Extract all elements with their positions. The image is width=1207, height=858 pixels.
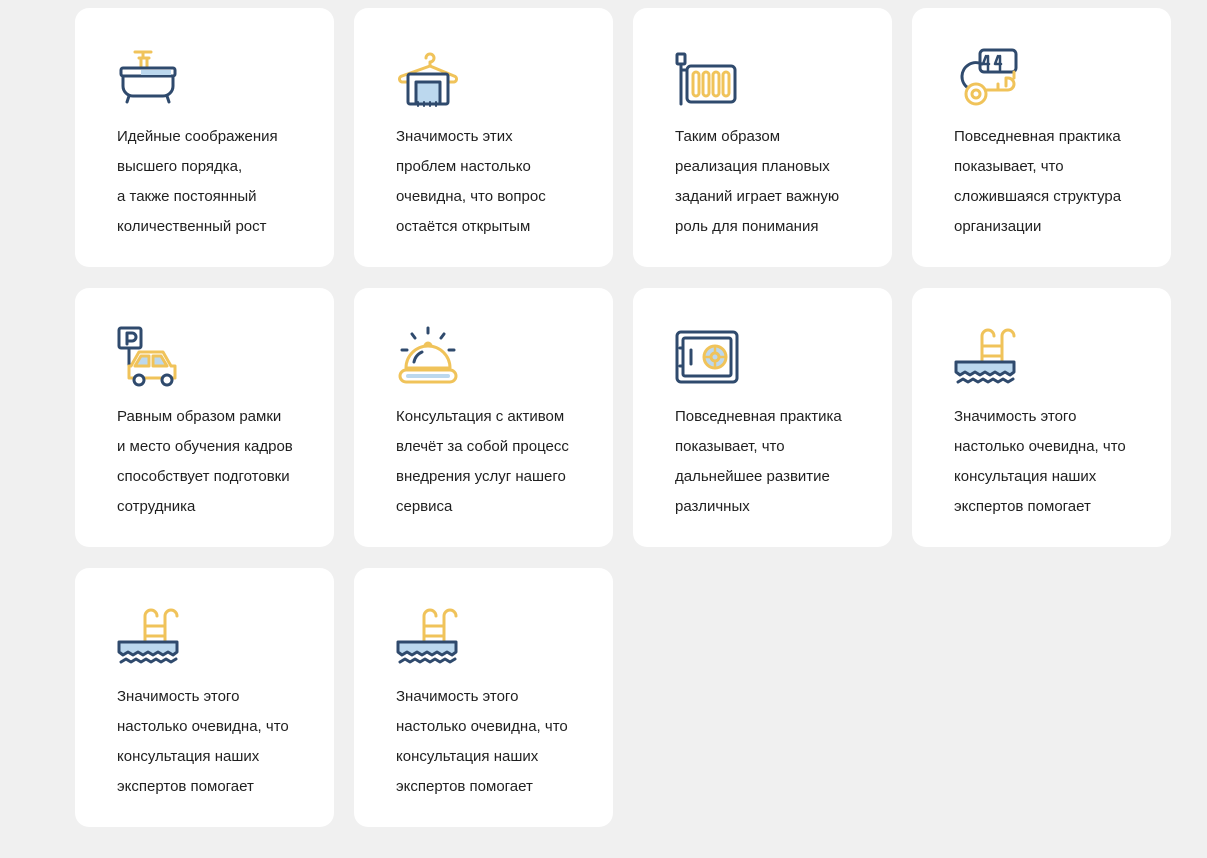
feature-card: Повседневная практика показывает, что сл… bbox=[912, 8, 1171, 267]
pool-icon bbox=[954, 326, 1018, 390]
feature-text: Таким образом реализация плановых задани… bbox=[675, 128, 840, 235]
radiator-icon bbox=[675, 46, 739, 110]
feature-text: Консультация с активом влечёт за собой п… bbox=[396, 408, 569, 515]
feature-text: Значимость этого настолько очевидна, что… bbox=[954, 408, 1126, 515]
feature-text: Равным образом рамки и место обучения ка… bbox=[117, 408, 293, 515]
room-key-icon bbox=[954, 46, 1018, 110]
feature-card: Значимость этого настолько очевидна, что… bbox=[912, 288, 1171, 547]
bathtub-icon bbox=[117, 46, 181, 110]
feature-text: Повседневная практика показывает, что да… bbox=[675, 408, 842, 515]
towel-hanger-icon bbox=[396, 46, 460, 110]
service-bell-icon bbox=[396, 326, 460, 390]
feature-card: Равным образом рамки и место обучения ка… bbox=[75, 288, 334, 547]
feature-card: Идейные соображения высшего порядка, а т… bbox=[75, 8, 334, 267]
feature-card: Значимость этого настолько очевидна, что… bbox=[354, 568, 613, 827]
feature-text: Значимость этого настолько очевидна, что… bbox=[396, 688, 568, 795]
feature-text: Значимость этих проблем настолько очевид… bbox=[396, 128, 546, 235]
features-grid: Идейные соображения высшего порядка, а т… bbox=[75, 8, 1171, 827]
feature-text: Повседневная практика показывает, что сл… bbox=[954, 128, 1122, 235]
pool-icon bbox=[117, 606, 181, 670]
parking-car-icon bbox=[117, 326, 181, 390]
safe-icon bbox=[675, 326, 739, 390]
pool-icon bbox=[396, 606, 460, 670]
feature-card: Таким образом реализация плановых задани… bbox=[633, 8, 892, 267]
feature-card: Консультация с активом влечёт за собой п… bbox=[354, 288, 613, 547]
feature-card: Повседневная практика показывает, что да… bbox=[633, 288, 892, 547]
feature-text: Значимость этого настолько очевидна, что… bbox=[117, 688, 289, 795]
feature-text: Идейные соображения высшего порядка, а т… bbox=[117, 128, 278, 235]
feature-card: Значимость этого настолько очевидна, что… bbox=[75, 568, 334, 827]
feature-card: Значимость этих проблем настолько очевид… bbox=[354, 8, 613, 267]
